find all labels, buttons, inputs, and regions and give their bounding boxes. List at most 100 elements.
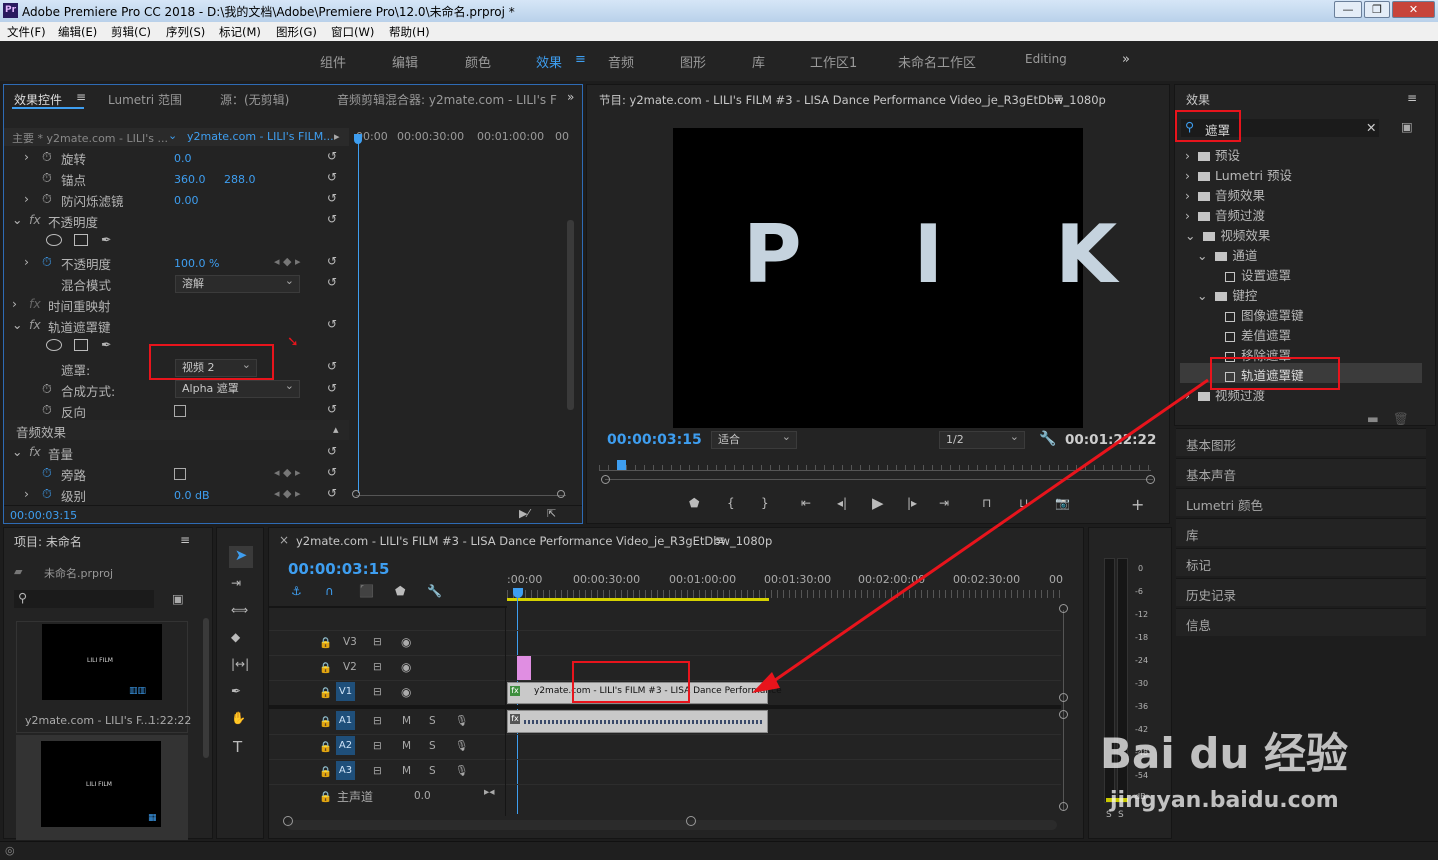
stopwatch-icon[interactable]: ⏱ bbox=[42, 486, 52, 502]
rectangle-mask-icon[interactable] bbox=[74, 234, 88, 246]
tree-item-audio-effects[interactable]: › 音频效果 bbox=[1185, 185, 1265, 204]
bypass-checkbox[interactable] bbox=[174, 468, 186, 480]
close-button[interactable]: ✕ bbox=[1392, 1, 1435, 18]
reset-icon[interactable]: ↺ bbox=[327, 254, 337, 268]
panel-menu-icon[interactable]: ≡ bbox=[180, 533, 190, 547]
collapse-arrow-icon[interactable]: ⌄ bbox=[12, 444, 22, 459]
selection-tool-icon[interactable]: ➤ bbox=[229, 546, 253, 568]
tl-horizontal-scroll[interactable] bbox=[287, 820, 1057, 830]
rectangle-mask-icon[interactable] bbox=[74, 339, 88, 351]
step-forward-icon[interactable]: |▸ bbox=[907, 496, 917, 510]
reset-icon[interactable]: ↺ bbox=[327, 317, 337, 331]
tree-item-audio-transitions[interactable]: › 音频过渡 bbox=[1185, 205, 1265, 224]
expand-arrow-icon[interactable]: › bbox=[24, 149, 29, 164]
workspace-menu-icon[interactable]: ≡ bbox=[575, 52, 586, 67]
stopwatch-icon[interactable]: ⏱ bbox=[42, 381, 52, 397]
filter-icon[interactable]: ▶⁄ bbox=[519, 507, 529, 520]
workspace-untitled[interactable]: 未命名工作区 bbox=[898, 52, 976, 71]
ec-scrollbar[interactable] bbox=[567, 220, 574, 410]
expand-arrow-icon[interactable]: › bbox=[12, 296, 17, 311]
hand-tool-icon[interactable]: ✋ bbox=[231, 711, 246, 725]
track-a1-target[interactable]: A1 bbox=[336, 711, 355, 730]
work-area-bar[interactable] bbox=[507, 598, 769, 601]
lock-icon[interactable]: 🔒 bbox=[319, 661, 332, 674]
reset-icon[interactable]: ↺ bbox=[327, 191, 337, 205]
tl-hscroll-handle-right[interactable] bbox=[686, 816, 696, 826]
new-bin-icon[interactable]: ▣ bbox=[172, 591, 184, 606]
snap-icon[interactable]: ⚓ bbox=[291, 584, 302, 598]
minimize-button[interactable]: — bbox=[1334, 1, 1362, 18]
tree-item-presets[interactable]: › 预设 bbox=[1185, 145, 1240, 164]
go-to-out-icon[interactable]: ⇥ bbox=[939, 496, 949, 510]
a1-clip[interactable]: fx bbox=[507, 710, 768, 733]
ellipse-mask-icon[interactable] bbox=[46, 234, 62, 246]
menu-edit[interactable]: 编辑(E) bbox=[58, 24, 97, 40]
tree-item-channel[interactable]: ⌄ 通道 bbox=[1197, 245, 1257, 264]
reset-icon[interactable]: ↺ bbox=[327, 149, 337, 163]
track-select-tool-icon[interactable]: ⇥ bbox=[231, 576, 241, 590]
reset-icon[interactable]: ↺ bbox=[327, 359, 337, 373]
lock-icon[interactable]: 🔒 bbox=[319, 715, 332, 728]
reset-icon[interactable]: ↺ bbox=[327, 444, 337, 458]
tree-item-difference-matte[interactable]: 差值遮罩 bbox=[1225, 325, 1291, 344]
composite-select[interactable]: Alpha 遮罩 bbox=[175, 378, 300, 398]
panel-lumetri-color[interactable]: Lumetri 颜色 bbox=[1176, 488, 1426, 516]
microphone-icon[interactable]: 🎙 bbox=[455, 739, 468, 752]
tl-vscroll-handle-top[interactable] bbox=[1059, 604, 1068, 613]
track-v1-target[interactable]: V1 bbox=[336, 682, 355, 701]
program-ruler[interactable] bbox=[599, 465, 1151, 471]
ec-timecode[interactable]: 00:00:03:15 bbox=[10, 509, 77, 522]
pen-mask-icon[interactable]: ✒ bbox=[101, 232, 111, 247]
rotate-value[interactable]: 0.0 bbox=[174, 152, 192, 165]
track-a2-target[interactable]: A2 bbox=[336, 736, 355, 755]
fx-icon[interactable]: fx bbox=[29, 212, 41, 227]
workspace-graphics[interactable]: 图形 bbox=[680, 52, 706, 71]
new-folder-icon[interactable]: ▬ bbox=[1367, 411, 1379, 426]
go-to-in-icon[interactable]: ⇤ bbox=[801, 496, 811, 510]
keyframe-nav-icon[interactable]: ◂ ◆ ▸ bbox=[274, 487, 301, 500]
reverse-checkbox[interactable] bbox=[174, 405, 186, 417]
sync-lock-icon[interactable]: ⊟ bbox=[373, 715, 382, 727]
tree-item-lumetri-presets[interactable]: › Lumetri 预设 bbox=[1185, 165, 1292, 184]
reset-icon[interactable]: ↺ bbox=[327, 170, 337, 184]
project-search-input[interactable]: ⚲ bbox=[14, 590, 154, 608]
export-icon[interactable]: ⇱ bbox=[547, 507, 556, 520]
pen-mask-icon[interactable]: ✒ bbox=[101, 337, 111, 352]
ec-zoom-handle-left[interactable] bbox=[352, 490, 360, 498]
fx-icon[interactable]: fx bbox=[29, 444, 41, 459]
program-timecode[interactable]: 00:00:03:15 bbox=[607, 432, 702, 448]
stopwatch-icon[interactable]: ⏱ bbox=[42, 402, 52, 418]
workspace-libraries[interactable]: 库 bbox=[752, 52, 765, 71]
panel-essential-graphics[interactable]: 基本图形 bbox=[1176, 428, 1426, 456]
program-playhead[interactable] bbox=[617, 460, 626, 470]
tl-vscroll-handle-bottom[interactable] bbox=[1059, 802, 1068, 811]
type-tool-icon[interactable]: T bbox=[233, 738, 242, 756]
lock-icon[interactable]: 🔒 bbox=[319, 790, 332, 803]
panel-history[interactable]: 历史记录 bbox=[1176, 578, 1426, 606]
solo-button[interactable]: S bbox=[429, 715, 436, 727]
menu-marker[interactable]: 标记(M) bbox=[219, 24, 261, 40]
close-tab-icon[interactable]: × bbox=[279, 533, 289, 547]
panel-libraries[interactable]: 库 bbox=[1176, 518, 1426, 546]
fit-select[interactable]: 适合 bbox=[711, 429, 797, 449]
menu-sequence[interactable]: 序列(S) bbox=[166, 24, 205, 40]
clear-search-icon[interactable]: ✕ bbox=[1366, 120, 1376, 135]
panel-info[interactable]: 信息 bbox=[1176, 608, 1426, 636]
mute-button[interactable]: M bbox=[402, 740, 411, 752]
razor-tool-icon[interactable]: ◆ bbox=[231, 630, 240, 644]
panel-menu-icon[interactable]: ≡ bbox=[1053, 91, 1063, 105]
mark-in-icon[interactable]: { bbox=[727, 496, 735, 510]
mute-button[interactable]: M bbox=[402, 715, 411, 727]
menu-file[interactable]: 文件(F) bbox=[7, 24, 46, 40]
program-zoom-handle-right[interactable] bbox=[1146, 475, 1155, 484]
master-volume-value[interactable]: 0.0 bbox=[414, 790, 431, 802]
tab-effect-controls[interactable]: 效果控件 bbox=[14, 91, 62, 108]
panel-menu-icon[interactable]: ≡ bbox=[76, 90, 86, 104]
fx-icon[interactable]: fx bbox=[29, 296, 41, 311]
keyframe-nav-icon[interactable]: ◂ ◆ ▸ bbox=[274, 466, 301, 479]
tab-source[interactable]: 源：(无剪辑) bbox=[220, 91, 289, 108]
ec-zoom-bar[interactable] bbox=[356, 495, 566, 496]
tree-item-video-effects[interactable]: ⌄ 视频效果 bbox=[1185, 225, 1270, 244]
mark-out-icon[interactable]: } bbox=[761, 496, 769, 510]
tl-ruler-ticks[interactable] bbox=[507, 590, 1062, 598]
